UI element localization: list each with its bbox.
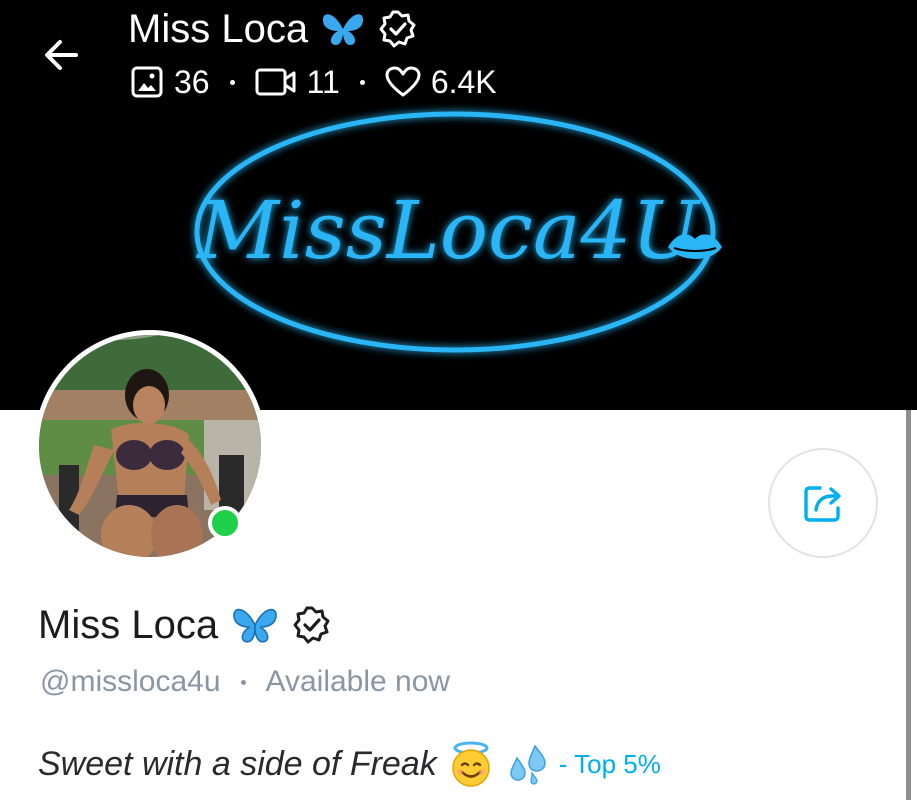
share-button[interactable] — [768, 448, 878, 558]
neon-logo-text: MissLoca4U — [195, 184, 701, 277]
videos-count: 11 — [306, 63, 340, 100]
likes-stat[interactable]: 6.4K — [385, 64, 497, 101]
video-icon — [255, 68, 296, 96]
profile-name: Miss Loca — [38, 602, 219, 647]
scrollbar[interactable] — [906, 410, 911, 800]
top-bar: Miss Loca 36 11 6.4K — [0, 0, 917, 110]
bio-text: Sweet with a side of Freak — [38, 744, 437, 783]
halo-smile-emoji — [452, 741, 490, 787]
availability-status: Available now — [265, 665, 451, 698]
online-status-indicator — [208, 506, 242, 540]
back-arrow-icon — [45, 40, 78, 70]
butterfly-icon — [233, 608, 277, 643]
header-title-row: Miss Loca — [128, 6, 418, 52]
photos-stat[interactable]: 36 — [130, 64, 210, 101]
share-icon — [804, 486, 841, 522]
header-stats: 36 11 6.4K — [130, 62, 497, 102]
photos-count: 36 — [174, 63, 210, 100]
verified-badge-icon — [293, 606, 330, 644]
photo-icon — [131, 66, 163, 98]
verified-badge-icon — [379, 10, 416, 48]
stat-separator — [229, 79, 235, 85]
bio-top-badge[interactable]: - Top 5% — [559, 749, 661, 780]
header-title: Miss Loca — [128, 6, 309, 51]
handle-row: @missloca4u Available now — [40, 660, 450, 704]
profile-bio: Sweet with a side of Freak - Top 5% — [38, 738, 661, 790]
stat-separator — [359, 79, 365, 85]
handle-separator — [240, 679, 246, 685]
heart-icon — [385, 66, 421, 97]
likes-count: 6.4K — [430, 63, 497, 100]
profile-name-row: Miss Loca — [38, 598, 332, 652]
avatar[interactable] — [34, 330, 266, 562]
profile-handle: @missloca4u — [40, 665, 221, 698]
back-button[interactable] — [38, 32, 84, 78]
sweat-droplets-emoji — [509, 744, 546, 785]
videos-stat[interactable]: 11 — [255, 64, 340, 101]
butterfly-icon — [323, 14, 364, 45]
